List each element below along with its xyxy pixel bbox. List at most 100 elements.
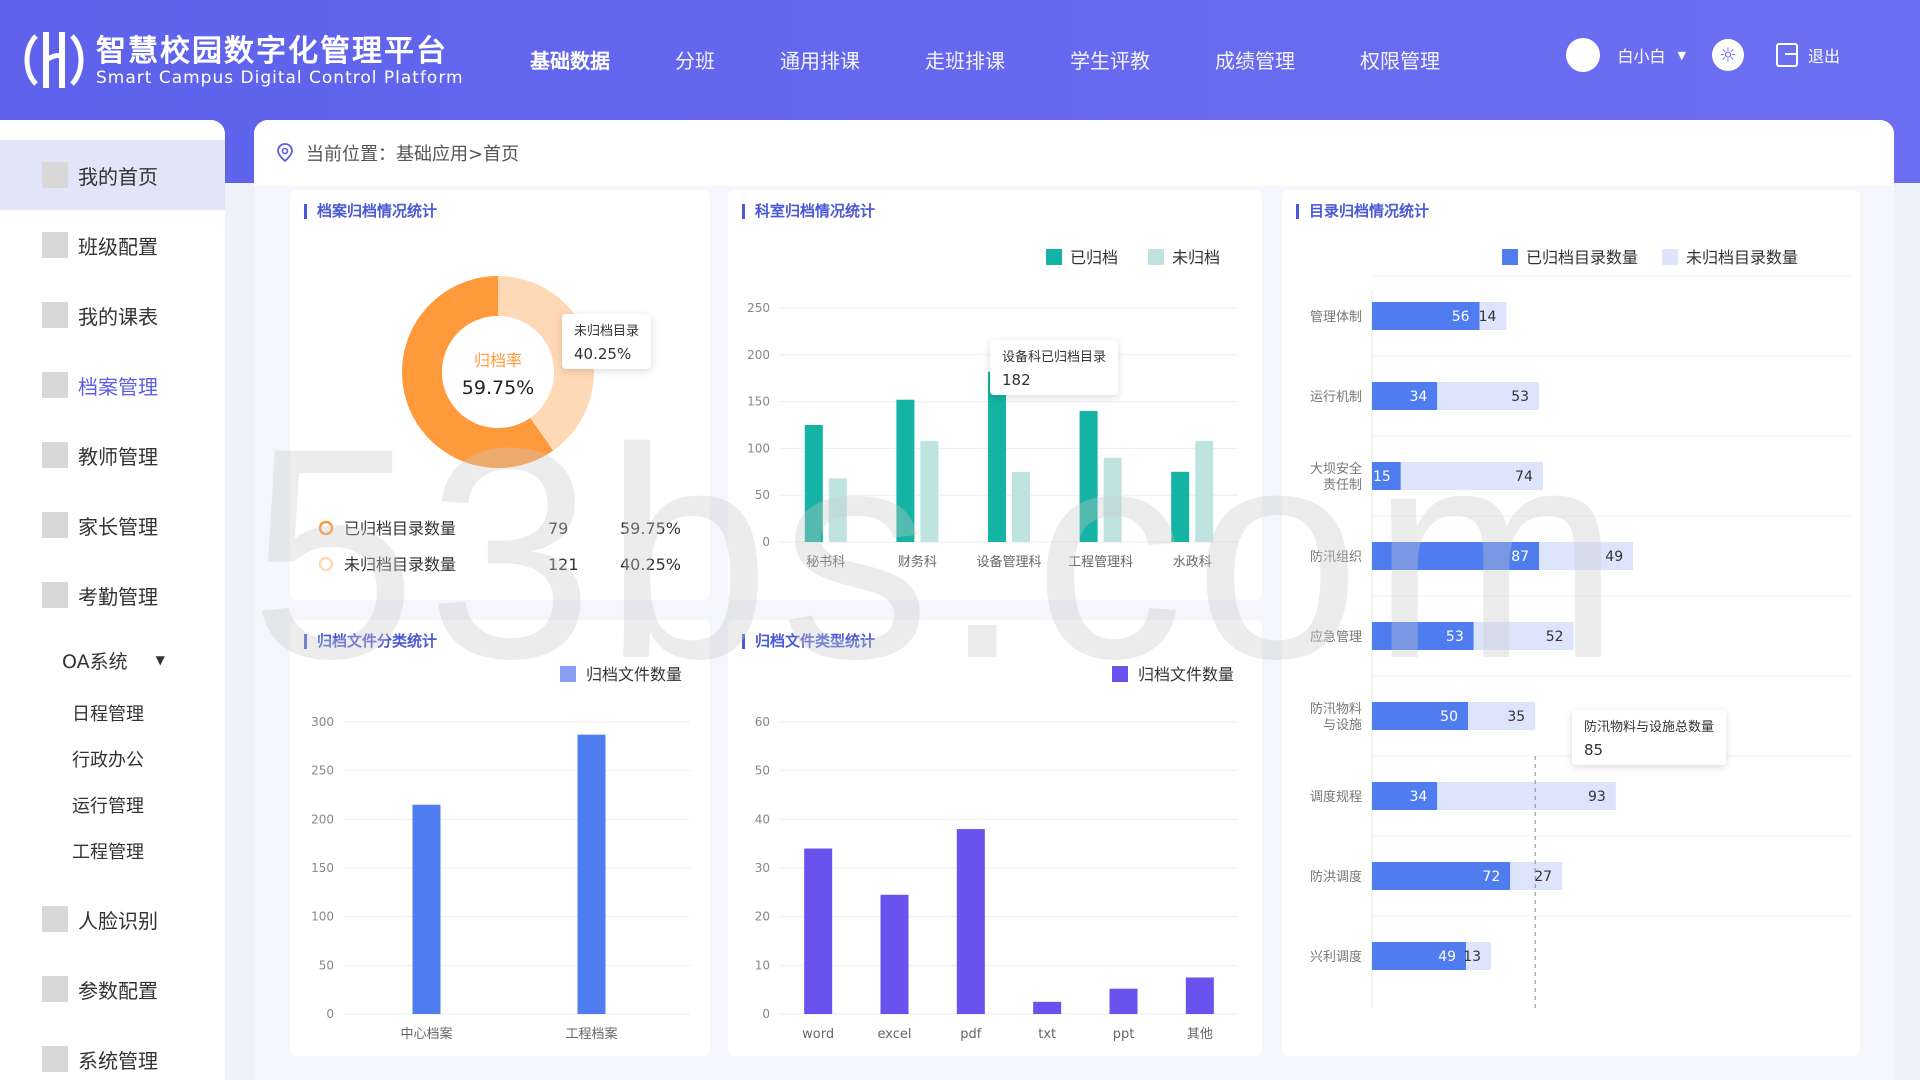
y-tick-label: 50: [319, 958, 334, 972]
nav-grades[interactable]: 成绩管理: [1215, 45, 1295, 74]
bar: [896, 399, 915, 542]
sidebar-subitem-schedule[interactable]: 日程管理: [0, 690, 225, 736]
menu-icon: [42, 512, 68, 538]
sidebar-item-timetable[interactable]: 我的课表: [0, 280, 225, 350]
sidebar-item-label: 系统管理: [78, 1048, 158, 1073]
bar: [956, 829, 985, 1014]
sidebar-item-label: 教师管理: [78, 444, 158, 469]
x-tick-label: 设备管理科: [976, 554, 1041, 570]
card-catalog-stats: 目录归档情况统计 已归档目录数量 未归档目录数量 管理体制 56 14 运行机制 34 5…: [1282, 190, 1860, 1056]
data-label: 72: [1482, 869, 1500, 885]
breadcrumb: 当前位置：基础应用>首页: [254, 120, 1894, 186]
legend-marker-unarchived: [1148, 249, 1164, 265]
main-nav: 基础数据 分班 通用排课 走班排课 学生评教 成绩管理 权限管理: [530, 0, 1505, 118]
legend-label: 归档文件数量: [1138, 665, 1234, 684]
y-tick-label: 0: [326, 1007, 334, 1021]
nav-basic-data[interactable]: 基础数据: [530, 45, 610, 74]
y-tick-label: 250: [747, 301, 770, 315]
nav-class-split[interactable]: 分班: [675, 45, 715, 74]
logout-button[interactable]: 退出: [1775, 43, 1840, 67]
data-label: 34: [1409, 789, 1427, 805]
sidebar-item-system[interactable]: 系统管理: [0, 1024, 225, 1080]
chevron-down-icon[interactable]: ▼: [1678, 49, 1686, 62]
x-tick-label: txt: [1038, 1027, 1056, 1042]
donut-center-value: 59.75%: [462, 377, 534, 399]
bar: [1033, 1001, 1062, 1014]
sidebar-item-attendance[interactable]: 考勤管理: [0, 560, 225, 630]
sidebar-item-label: 人脸识别: [78, 908, 158, 933]
y-tick-label: 大坝安全: [1310, 461, 1362, 477]
sidebar-subitem-engineering[interactable]: 工程管理: [0, 828, 225, 874]
nav-mobile-schedule[interactable]: 走班排课: [925, 45, 1005, 74]
catalog-bar-chart: 已归档目录数量 未归档目录数量 管理体制 56 14 运行机制 34 53 大坝安全责任制 1…: [1310, 248, 1852, 1008]
user-name[interactable]: 白小白: [1618, 43, 1666, 67]
sidebar-item-params[interactable]: 参数配置: [0, 954, 225, 1024]
menu-icon: [42, 1046, 68, 1072]
card-archive-stats: 档案归档情况统计 归档率 59.75% 已归档目录数量 79 59.75% 未归…: [290, 190, 710, 600]
legend-archived: 已归档: [1070, 248, 1118, 267]
x-tick-label: 其他: [1187, 1027, 1213, 1042]
x-tick-label: pdf: [960, 1027, 982, 1042]
y-tick-label: 200: [311, 812, 334, 826]
data-label: 49: [1438, 949, 1456, 965]
sidebar-item-label: 我的课表: [78, 304, 158, 329]
data-label: 14: [1479, 309, 1497, 325]
donut-center-label: 归档率: [474, 351, 522, 370]
legend-unarchived: 未归档目录数量: [1686, 248, 1798, 267]
tooltip-value: 40.25%: [574, 345, 632, 363]
legend-archived-pct: 59.75%: [620, 519, 681, 538]
data-label: 15: [1373, 469, 1391, 485]
donut-tooltip: 未归档目录 40.25%: [562, 314, 652, 369]
data-label: 34: [1409, 389, 1427, 405]
y-tick-label: 10: [755, 958, 770, 972]
nav-general-schedule[interactable]: 通用排课: [780, 45, 860, 74]
x-tick-label: word: [802, 1027, 834, 1042]
data-label: 74: [1515, 469, 1533, 485]
breadcrumb-text: 当前位置：基础应用>首页: [306, 144, 520, 165]
x-tick-label: excel: [878, 1027, 912, 1042]
chevron-down-icon: ▼: [155, 653, 165, 667]
tooltip-label: 未归档目录: [574, 324, 640, 339]
menu-icon: [42, 232, 68, 258]
card-category-stats: 归档文件分类统计 归档文件数量 300 250 200 150 100 50 0 中心档案 工程…: [290, 620, 710, 1056]
y-tick-label: 防洪调度: [1310, 869, 1362, 885]
sidebar: 我的首页 班级配置 我的课表 档案管理 教师管理 家长管理 考勤管理 OA系统 ▼…: [0, 120, 225, 1080]
data-label: 35: [1507, 709, 1525, 725]
avatar[interactable]: [1565, 38, 1600, 72]
data-label: 53: [1511, 389, 1529, 405]
sidebar-item-class-config[interactable]: 班级配置: [0, 210, 225, 280]
sidebar-item-face[interactable]: 人脸识别: [0, 884, 225, 954]
dept-tooltip: 设备科已归档目录 182: [990, 340, 1119, 395]
data-label: 49: [1605, 549, 1623, 565]
x-tick-label: 水政科: [1173, 555, 1212, 570]
bar: [1109, 988, 1138, 1014]
bar-archived: [1372, 782, 1438, 810]
menu-icon: [42, 906, 68, 932]
main-content: 当前位置：基础应用>首页 档案归档情况统计 归档率 59.75% 已归档目录数量…: [254, 120, 1894, 1080]
logout-icon: [1775, 43, 1798, 67]
nav-permissions[interactable]: 权限管理: [1360, 45, 1440, 74]
sidebar-item-parents[interactable]: 家长管理: [0, 490, 225, 560]
nav-student-eval[interactable]: 学生评教: [1070, 45, 1150, 74]
data-label: 52: [1546, 629, 1564, 645]
theme-toggle-icon[interactable]: ☼: [1711, 39, 1744, 71]
y-tick-label: 100: [747, 441, 770, 455]
sidebar-item-label: 班级配置: [78, 234, 158, 259]
bar: [412, 804, 441, 1014]
brand-title: 智慧校园数字化管理平台: [96, 34, 448, 69]
sidebar-group-oa[interactable]: OA系统 ▼: [0, 630, 225, 690]
menu-icon: [42, 976, 68, 1002]
bar: [1171, 471, 1190, 542]
sidebar-item-archives[interactable]: 档案管理: [0, 350, 225, 420]
tooltip-label: 防汛物料与设施总数量: [1584, 720, 1715, 735]
sidebar-item-home[interactable]: 我的首页: [0, 140, 225, 210]
logo-icon: [24, 32, 84, 88]
sidebar-subitem-operation[interactable]: 运行管理: [0, 782, 225, 828]
legend-marker-archived: [1046, 249, 1062, 265]
bar: [1185, 977, 1214, 1014]
menu-icon: [42, 372, 68, 398]
y-tick-label: 20: [755, 910, 770, 924]
sidebar-subitem-admin[interactable]: 行政办公: [0, 736, 225, 782]
data-label: 13: [1463, 949, 1481, 965]
sidebar-item-teachers[interactable]: 教师管理: [0, 420, 225, 490]
